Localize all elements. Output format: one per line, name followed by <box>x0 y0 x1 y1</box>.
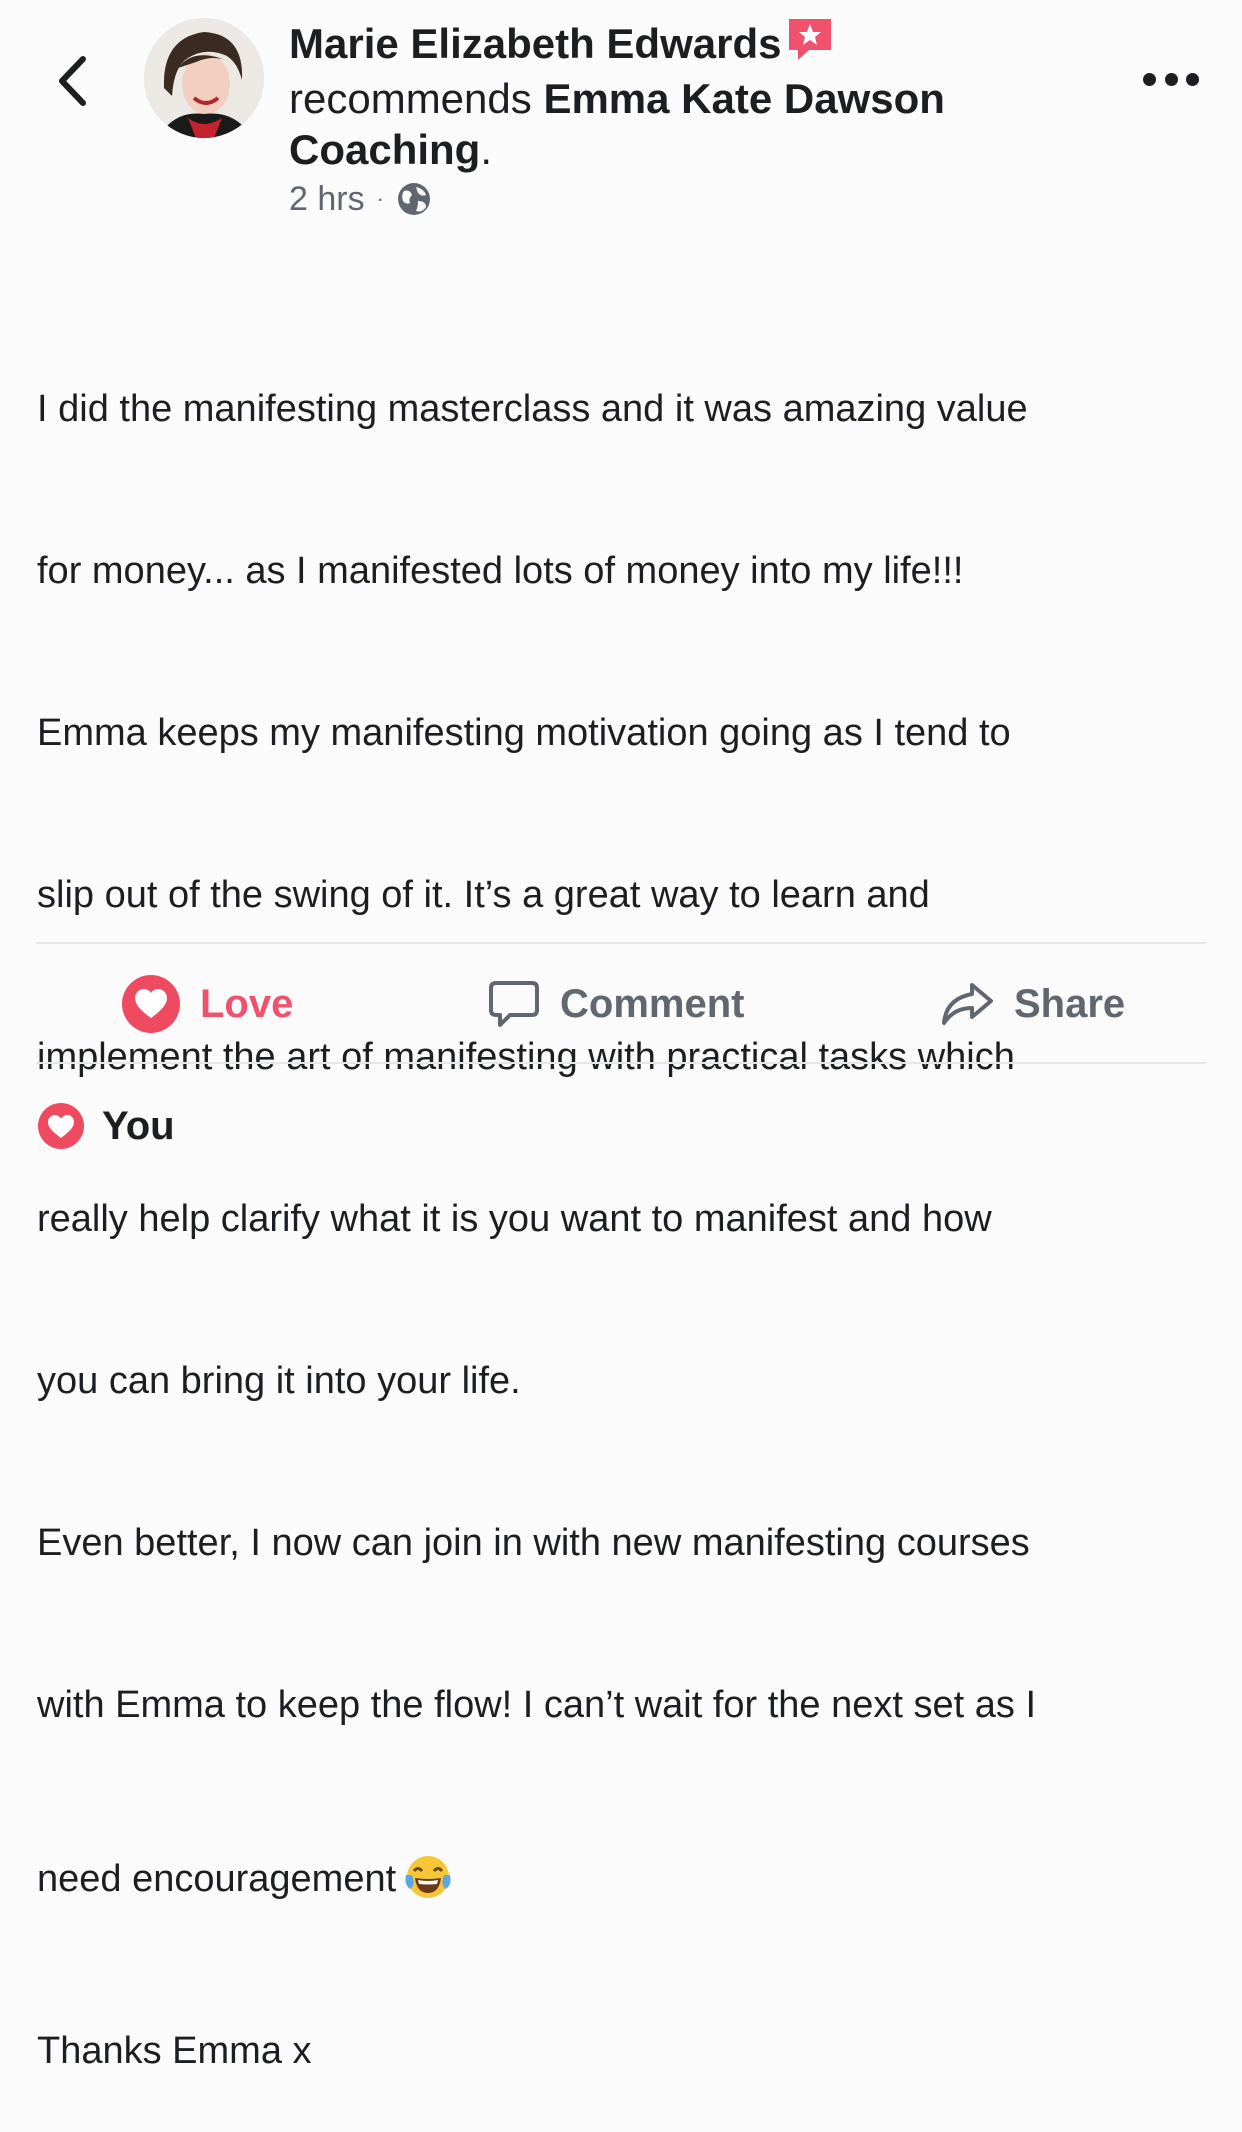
tears-of-joy-emoji <box>402 1853 454 1916</box>
post-line: I did the manifesting masterclass and it… <box>37 388 1028 430</box>
more-options-button[interactable] <box>1143 66 1199 92</box>
post-line-with-emoji: need encouragement <box>37 1852 1217 1916</box>
more-options-icon <box>1143 72 1156 86</box>
post-text: I did the manifesting masterclass and it… <box>37 274 1217 2132</box>
comment-icon <box>489 981 539 1027</box>
post-line: for money... as I manifested lots of mon… <box>37 550 964 592</box>
reactions-summary[interactable]: You <box>36 1098 175 1154</box>
post-line: Emma keeps my manifesting motivation goi… <box>37 712 1011 754</box>
love-label: Love <box>200 981 294 1026</box>
meta-separator: · <box>376 186 384 211</box>
post-meta: 2 hrs · <box>289 174 432 224</box>
post-line: slip out of the swing of it. It’s a grea… <box>37 874 930 916</box>
avatar[interactable] <box>144 18 264 138</box>
post-header: Marie Elizabeth Edwards recommends Emma … <box>289 16 1049 175</box>
post-line: need encouragement <box>37 1858 397 1900</box>
love-button[interactable]: Love <box>120 946 293 1062</box>
post-line: Thanks Emma x <box>37 2030 312 2072</box>
post-line: really help clarify what it is you want … <box>37 1198 992 1240</box>
post-time[interactable]: 2 hrs <box>289 180 365 219</box>
post-line: with Emma to keep the flow! I can’t wait… <box>37 1684 1037 1726</box>
share-icon <box>942 983 993 1025</box>
divider <box>36 1062 1206 1064</box>
comment-button[interactable]: Comment <box>486 946 744 1062</box>
recommendation-star-icon <box>785 16 835 73</box>
globe-icon <box>397 183 430 215</box>
recommends-text: recommends <box>289 75 532 122</box>
back-button[interactable] <box>50 54 94 108</box>
love-reaction-icon <box>122 975 180 1033</box>
author-name[interactable]: Marie Elizabeth Edwards <box>289 20 781 67</box>
comment-label: Comment <box>560 981 745 1026</box>
reaction-summary-label: You <box>102 1103 175 1148</box>
share-button[interactable]: Share <box>938 946 1125 1062</box>
post-line: Even better, I now can join in with new … <box>37 1522 1030 1564</box>
love-reaction-icon <box>38 1103 84 1149</box>
header-punctuation: . <box>480 126 493 173</box>
share-label: Share <box>1014 981 1126 1026</box>
action-bar: Love Comment Share <box>36 946 1206 1062</box>
chevron-left-icon <box>59 56 86 106</box>
divider <box>36 942 1206 944</box>
post-line: you can bring it into your life. <box>37 1360 521 1402</box>
